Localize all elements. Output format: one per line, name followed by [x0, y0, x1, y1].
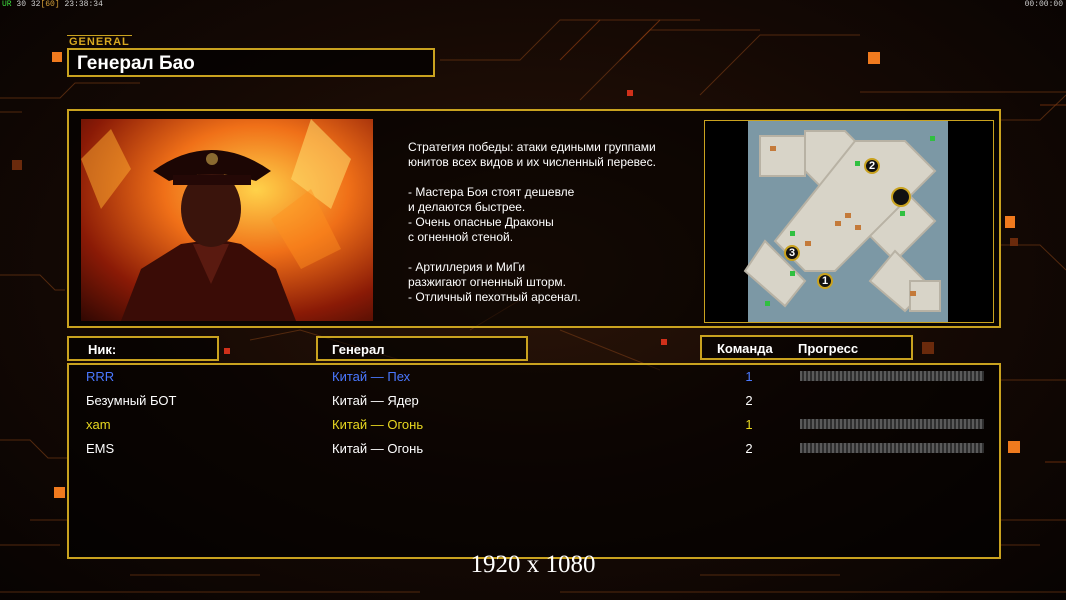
general-name: Генерал Бао — [77, 53, 195, 74]
player-general[interactable]: Китай — Ядер — [332, 393, 419, 408]
player-team[interactable]: 2 — [739, 393, 759, 408]
description-line: Стратегия победы: атаки едиными группами — [408, 140, 656, 154]
description-line: разжигают огненный шторм. — [408, 275, 566, 289]
player-team[interactable]: 1 — [739, 369, 759, 384]
description-line: - Очень опасные Драконы — [408, 215, 554, 229]
player-row[interactable]: Безумный БОТ Китай — Ядер 2 — [69, 390, 999, 414]
player-nick: EMS — [86, 441, 115, 456]
decor-square — [52, 52, 62, 62]
description-line: - Мастера Боя стоят дешевле — [408, 185, 575, 199]
description-line: с огненной стеной. — [408, 230, 514, 244]
load-progress-bar — [800, 443, 984, 453]
player-list: RRR Китай — Пех 1 Безумный БОТ Китай — Ядер 2… — [67, 363, 1001, 559]
general-column-header: Генерал — [316, 336, 528, 361]
nick-column-header: Ник: — [67, 336, 219, 361]
decor-square — [1008, 441, 1020, 453]
decor-square — [224, 348, 230, 354]
general-title-box: Генерал Бао — [67, 48, 435, 77]
player-nick: Безумный БОТ — [86, 393, 177, 408]
decor-square — [627, 90, 633, 96]
player-general[interactable]: Китай — Огонь — [332, 441, 423, 456]
decor-square — [1005, 216, 1015, 228]
general-info-panel: Стратегия победы: атаки едиными группами… — [67, 109, 1001, 328]
description-line — [408, 245, 698, 260]
description-line: - Отличный пехотный арсенал. — [408, 290, 581, 304]
decor-square — [12, 160, 22, 170]
decor-square — [868, 52, 880, 64]
start-position-marker: 3 — [784, 245, 800, 261]
game-timer: 00:00:00 — [1024, 0, 1063, 9]
player-general[interactable]: Китай — Пех — [332, 369, 410, 384]
decor-square — [922, 342, 934, 354]
progress-column-label: Прогресс — [798, 341, 859, 356]
team-column-label: Команда — [717, 341, 773, 356]
description-line: юнитов всех видов и их численный перевес… — [408, 155, 656, 169]
decor-square — [1010, 238, 1018, 246]
player-row[interactable]: xam Китай — Огонь 1 — [69, 414, 999, 438]
decor-square — [54, 487, 65, 498]
player-nick: RRR — [86, 369, 115, 384]
start-position-marker: 2 — [864, 158, 880, 174]
player-row[interactable]: EMS Китай — Огонь 2 — [69, 438, 999, 462]
description-line: - Артиллерия и МиГи — [408, 260, 526, 274]
player-row[interactable]: RRR Китай — Пех 1 — [69, 366, 999, 390]
resolution-label: 1920 x 1080 — [470, 551, 596, 578]
start-position-marker: 1 — [817, 273, 833, 289]
player-team[interactable]: 2 — [739, 441, 759, 456]
player-nick: xam — [86, 417, 111, 432]
player-team[interactable]: 1 — [739, 417, 759, 432]
decor-square — [661, 339, 667, 345]
description-line: и делаются быстрее. — [408, 200, 526, 214]
general-description: Стратегия победы: атаки едиными группами… — [408, 140, 698, 305]
load-progress-bar — [800, 371, 984, 381]
general-portrait — [81, 119, 373, 321]
map-preview[interactable]: 2 3 1 — [704, 120, 994, 323]
description-line — [408, 170, 698, 185]
general-tag: GENERAL — [67, 35, 132, 48]
fps-counter: UR 30 32[60] 23:38:34 — [2, 0, 103, 9]
team-progress-header: Команда Прогресс — [700, 335, 913, 360]
load-progress-bar — [800, 419, 984, 429]
player-general[interactable]: Китай — Огонь — [332, 417, 423, 432]
